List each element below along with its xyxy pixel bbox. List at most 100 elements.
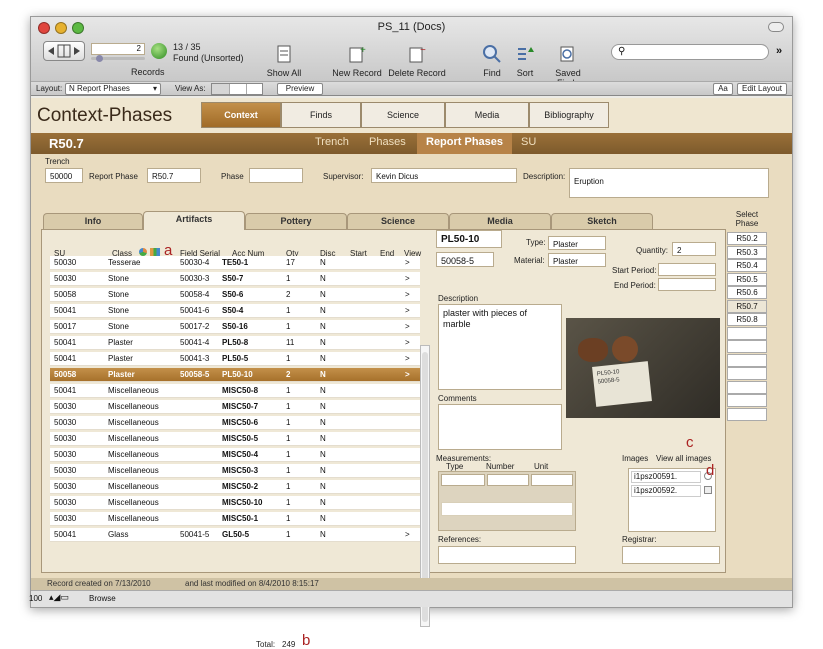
detail-field-serial[interactable]: 50058-5 bbox=[436, 252, 494, 267]
tab-bibliography[interactable]: Bibliography bbox=[529, 102, 609, 128]
toolbar-toggle-button[interactable] bbox=[768, 22, 784, 32]
view-cell[interactable]: > bbox=[405, 272, 410, 286]
trench-field[interactable]: 50000 bbox=[45, 168, 83, 183]
phase-list-item[interactable]: R50.2 bbox=[727, 232, 767, 245]
measurement-unit-field[interactable] bbox=[531, 474, 573, 486]
edit-layout-button[interactable]: Edit Layout bbox=[737, 83, 787, 95]
phase-list-item[interactable]: R50.4 bbox=[727, 259, 767, 272]
image-lock-icon[interactable] bbox=[704, 486, 712, 494]
table-row[interactable]: 50030 Miscellaneous MISC50-7 1 N bbox=[50, 400, 420, 414]
type-field[interactable]: Plaster bbox=[548, 236, 606, 250]
tab-info[interactable]: Info bbox=[43, 213, 143, 229]
quantity-field[interactable]: 2 bbox=[672, 242, 716, 256]
view-all-images-link[interactable]: View all images bbox=[656, 454, 711, 463]
table-row[interactable]: 50041 Miscellaneous MISC50-8 1 N bbox=[50, 384, 420, 398]
table-row[interactable]: 50030 Miscellaneous MISC50-3 1 N bbox=[50, 464, 420, 478]
detail-acc-num[interactable]: PL50-10 bbox=[436, 230, 502, 248]
tab-finds[interactable]: Finds bbox=[281, 102, 361, 128]
phase-list-item[interactable] bbox=[727, 340, 767, 353]
table-row[interactable]: 50041 Plaster 50041-3 PL50-5 1 N > bbox=[50, 352, 420, 366]
table-row[interactable]: 50017 Stone 50017-2 S50-16 1 N > bbox=[50, 320, 420, 334]
phase-list-item[interactable] bbox=[727, 380, 767, 394]
view-cell[interactable]: > bbox=[405, 528, 410, 542]
images-portal[interactable]: i1psz00591. i1psz00592. bbox=[628, 468, 716, 532]
image-item[interactable]: i1psz00591. bbox=[631, 471, 701, 483]
image-item[interactable]: i1psz00592. bbox=[631, 485, 701, 497]
artifact-photo[interactable]: PL50-10 50058-5 bbox=[566, 318, 720, 418]
view-cell[interactable]: > bbox=[405, 352, 410, 366]
zoom-level[interactable]: 100 bbox=[29, 594, 42, 603]
phase-list-item[interactable] bbox=[727, 407, 767, 421]
view-cell[interactable]: > bbox=[405, 368, 410, 382]
registrar-field[interactable] bbox=[622, 546, 720, 564]
quick-find-input[interactable]: ⚲ bbox=[611, 44, 769, 60]
measurements-portal[interactable] bbox=[438, 471, 576, 531]
subtab-report-phases[interactable]: Report Phases bbox=[417, 133, 513, 154]
record-book-icon[interactable] bbox=[43, 41, 85, 61]
start-period-field[interactable] bbox=[658, 263, 716, 276]
tab-artifacts[interactable]: Artifacts bbox=[143, 211, 245, 230]
delete-record-button[interactable]: − Delete Record bbox=[387, 44, 447, 78]
view-cell[interactable]: > bbox=[405, 256, 410, 270]
class-chart-icon[interactable] bbox=[150, 248, 160, 256]
phase-list-item[interactable] bbox=[727, 353, 767, 367]
phase-list-item[interactable]: R50.6 bbox=[727, 286, 767, 299]
phase-list-item[interactable] bbox=[727, 394, 767, 407]
phase-list-item[interactable] bbox=[727, 367, 767, 380]
record-number-field[interactable]: 2 bbox=[91, 43, 145, 55]
description-field[interactable]: Eruption bbox=[569, 168, 769, 198]
zoom-controls-icon[interactable]: ▴◢▭ bbox=[49, 592, 69, 603]
table-row[interactable]: 50058 Stone 50058-4 S50-6 2 N > bbox=[50, 288, 420, 302]
mode-label[interactable]: Browse bbox=[89, 594, 116, 603]
table-row[interactable]: 50030 Tesserae 50030-4 TE50-1 17 N > bbox=[50, 256, 420, 270]
table-row[interactable]: 50030 Miscellaneous MISC50-1 1 N bbox=[50, 512, 420, 526]
table-row[interactable]: 50041 Plaster 50041-4 PL50-8 11 N > bbox=[50, 336, 420, 350]
phase-list-item[interactable]: R50.7 bbox=[727, 299, 767, 313]
table-row[interactable]: 50030 Miscellaneous MISC50-6 1 N bbox=[50, 416, 420, 430]
tab-media-sub[interactable]: Media bbox=[449, 213, 551, 229]
table-row[interactable]: 50030 Miscellaneous MISC50-4 1 N bbox=[50, 448, 420, 462]
comments-field[interactable] bbox=[438, 404, 562, 450]
view-as-segmented-control[interactable] bbox=[211, 83, 263, 95]
text-format-button[interactable]: Aa bbox=[713, 83, 733, 95]
report-phase-field[interactable]: R50.7 bbox=[147, 168, 201, 183]
description-detail-field[interactable]: plaster with pieces of marble bbox=[438, 304, 562, 390]
view-cell[interactable]: > bbox=[405, 336, 410, 350]
tab-science-sub[interactable]: Science bbox=[347, 213, 449, 229]
measurement-number-field[interactable] bbox=[487, 474, 529, 486]
table-row[interactable]: 50030 Stone 50030-3 S50-7 1 N > bbox=[50, 272, 420, 286]
table-row[interactable]: 50030 Miscellaneous MISC50-5 1 N bbox=[50, 432, 420, 446]
record-slider[interactable] bbox=[91, 55, 145, 62]
table-row[interactable]: 50041 Stone 50041-6 S50-4 1 N > bbox=[50, 304, 420, 318]
supervisor-field[interactable]: Kevin Dicus bbox=[371, 168, 517, 183]
subtab-su[interactable]: SU bbox=[521, 136, 536, 148]
table-row[interactable]: 50058 Plaster 50058-5 PL50-10 2 N > bbox=[50, 368, 420, 382]
tab-pottery[interactable]: Pottery bbox=[245, 213, 347, 229]
tab-media[interactable]: Media bbox=[445, 102, 529, 128]
phase-list-item[interactable]: R50.5 bbox=[727, 272, 767, 286]
find-button[interactable]: Find bbox=[477, 44, 507, 78]
tab-science[interactable]: Science bbox=[361, 102, 445, 128]
subtab-trench[interactable]: Trench bbox=[315, 136, 349, 148]
sort-button[interactable]: Sort bbox=[511, 44, 539, 78]
preview-button[interactable]: Preview bbox=[277, 83, 323, 95]
measurement-type-field[interactable] bbox=[441, 474, 485, 486]
phase-field[interactable] bbox=[249, 168, 303, 183]
tab-sketch[interactable]: Sketch bbox=[551, 213, 653, 229]
view-cell[interactable]: > bbox=[405, 288, 410, 302]
phase-list-item[interactable]: R50.8 bbox=[727, 313, 767, 326]
references-field[interactable] bbox=[438, 546, 576, 564]
new-record-button[interactable]: + New Record bbox=[329, 44, 385, 78]
table-row[interactable]: 50030 Miscellaneous MISC50-2 1 N bbox=[50, 480, 420, 494]
material-field[interactable]: Plaster bbox=[548, 253, 606, 267]
phase-list-item[interactable] bbox=[727, 326, 767, 340]
show-all-button[interactable]: Show All bbox=[261, 44, 307, 78]
end-period-field[interactable] bbox=[658, 278, 716, 291]
subtab-phases[interactable]: Phases bbox=[369, 136, 406, 148]
toolbar-overflow-icon[interactable]: » bbox=[776, 45, 782, 57]
tab-context[interactable]: Context bbox=[201, 102, 281, 128]
table-row[interactable]: 50041 Glass 50041-5 GL50-5 1 N > bbox=[50, 528, 420, 542]
class-pie-icon[interactable] bbox=[139, 248, 147, 256]
view-cell[interactable]: > bbox=[405, 304, 410, 318]
phase-list-item[interactable]: R50.3 bbox=[727, 245, 767, 259]
